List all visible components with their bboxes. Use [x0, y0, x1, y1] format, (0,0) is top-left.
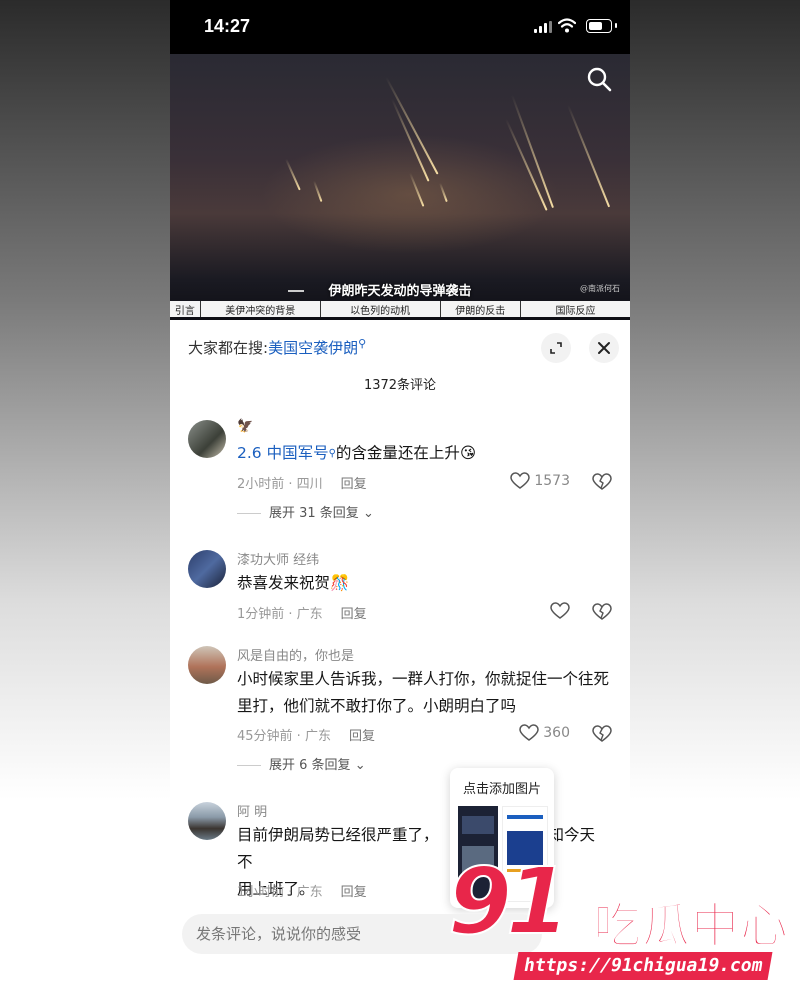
missile-trail	[567, 104, 611, 208]
dislike-icon[interactable]	[592, 724, 612, 744]
signal-icon	[534, 21, 552, 33]
close-icon	[598, 342, 610, 354]
comment-text-rest: 的含金量还在上升😘	[335, 444, 477, 462]
divider	[237, 765, 261, 766]
comment-text-part: 目前伊朗局势已经很严重了，	[237, 826, 439, 844]
comment-username[interactable]: 漆功大师 经纬	[237, 549, 319, 568]
watermark-number: 91	[447, 847, 571, 956]
comment-time: 45分钟前 · 广东	[237, 729, 331, 744]
close-button[interactable]	[589, 333, 619, 363]
site-watermark: 91 吃瓜中心 https://91chigua19.com	[447, 847, 800, 988]
heart-icon	[550, 602, 570, 619]
battery-tip	[615, 23, 617, 28]
hot-search-keyword[interactable]: 美国空袭伊朗	[268, 339, 358, 357]
like-count: 1573	[534, 473, 570, 489]
comment-time: 1小时前 · 广东	[237, 885, 323, 900]
like-button[interactable]: 360	[519, 724, 570, 742]
like-button[interactable]: 1573	[510, 472, 570, 490]
expand-replies-label: 展开 6 条回复	[269, 758, 351, 773]
reply-button[interactable]: 回复	[341, 477, 367, 492]
chapter-item[interactable]: 引言	[170, 301, 201, 317]
chevron-down-icon: ⌄	[362, 506, 374, 521]
add-image-label: 点击添加图片	[462, 782, 541, 797]
thumb-block	[507, 815, 543, 819]
comment-username[interactable]: 🦅	[237, 419, 253, 434]
expand-icon	[550, 342, 562, 354]
status-time: 14:27	[204, 16, 251, 36]
reply-button[interactable]: 回复	[341, 885, 367, 900]
comment-meta: 1分钟前 · 广东 回复	[237, 603, 367, 622]
chapter-item[interactable]: 伊朗的反击	[441, 301, 521, 317]
reply-button[interactable]: 回复	[349, 729, 375, 744]
video-player[interactable]: 伊朗昨天发动的导弹袭击 @南派何石 引言 美伊冲突的背景 以色列的动机 伊朗的反…	[170, 54, 630, 320]
avatar[interactable]	[188, 646, 226, 684]
video-glow	[260, 134, 560, 254]
chevron-down-icon: ⌄	[354, 758, 366, 773]
dislike-icon[interactable]	[592, 602, 612, 622]
comment-count: 1372条评论	[363, 378, 437, 393]
search-icon[interactable]	[586, 66, 612, 92]
comment-link[interactable]: 2.6 中国军号	[237, 444, 329, 462]
expand-replies-label: 展开 31 条回复	[269, 506, 359, 521]
like-count: 360	[543, 725, 570, 741]
avatar[interactable]	[188, 420, 226, 458]
chapter-item[interactable]: 以色列的动机	[321, 301, 441, 317]
thumb-block	[462, 816, 494, 834]
avatar[interactable]	[188, 802, 226, 840]
search-icon: ⚲	[328, 448, 336, 459]
comment-time: 2小时前 · 四川	[237, 477, 323, 492]
comment-text: 小时候家里人告诉我，一群人打你，你就捉住一个往死里打，他们就不敢打你了。小朗明白…	[237, 670, 610, 715]
wifi-icon	[558, 18, 576, 33]
avatar[interactable]	[188, 550, 226, 588]
comment-time: 1分钟前 · 广东	[237, 607, 323, 622]
comment-username[interactable]: 风是自由的，你也是	[237, 645, 354, 664]
video-source-mark: @南派何石	[580, 284, 620, 293]
comment-meta: 2小时前 · 四川 回复	[237, 473, 367, 492]
heart-icon	[510, 472, 531, 489]
search-icon: ⚲	[358, 337, 367, 350]
video-caption: 伊朗昨天发动的导弹袭击	[328, 284, 472, 299]
divider	[237, 513, 261, 514]
watermark-url: https://91chigua19.com	[513, 952, 773, 980]
heart-icon	[519, 724, 540, 741]
comment-text: 恭喜发来祝贺🎊	[237, 574, 350, 592]
comment-meta: 45分钟前 · 广东 回复	[237, 725, 375, 744]
dislike-icon[interactable]	[592, 472, 612, 492]
comment-meta: 1小时前 · 广东 回复	[237, 881, 367, 900]
chapter-item[interactable]: 美伊冲突的背景	[201, 301, 321, 317]
reply-button[interactable]: 回复	[341, 607, 367, 622]
battery-icon	[586, 19, 612, 33]
expand-replies[interactable]: 展开 6 条回复 ⌄	[237, 754, 366, 773]
like-button[interactable]	[550, 602, 570, 620]
hot-search[interactable]: 大家都在搜:美国空袭伊朗⚲	[188, 337, 366, 358]
chapter-bar: 引言 美伊冲突的背景 以色列的动机 伊朗的反击 国际反应	[170, 301, 630, 317]
comment-username[interactable]: 阿 明	[237, 801, 267, 820]
status-bar: 14:27	[170, 0, 630, 54]
hot-search-label: 大家都在搜:	[188, 339, 269, 357]
expand-button[interactable]	[541, 333, 571, 363]
comment-text: 2.6 中国军号⚲的含金量还在上升😘	[237, 440, 610, 467]
expand-replies[interactable]: 展开 31 条回复 ⌄	[237, 502, 374, 521]
watermark-text: 吃瓜中心	[592, 897, 790, 955]
chapter-item[interactable]: 国际反应	[521, 301, 630, 317]
